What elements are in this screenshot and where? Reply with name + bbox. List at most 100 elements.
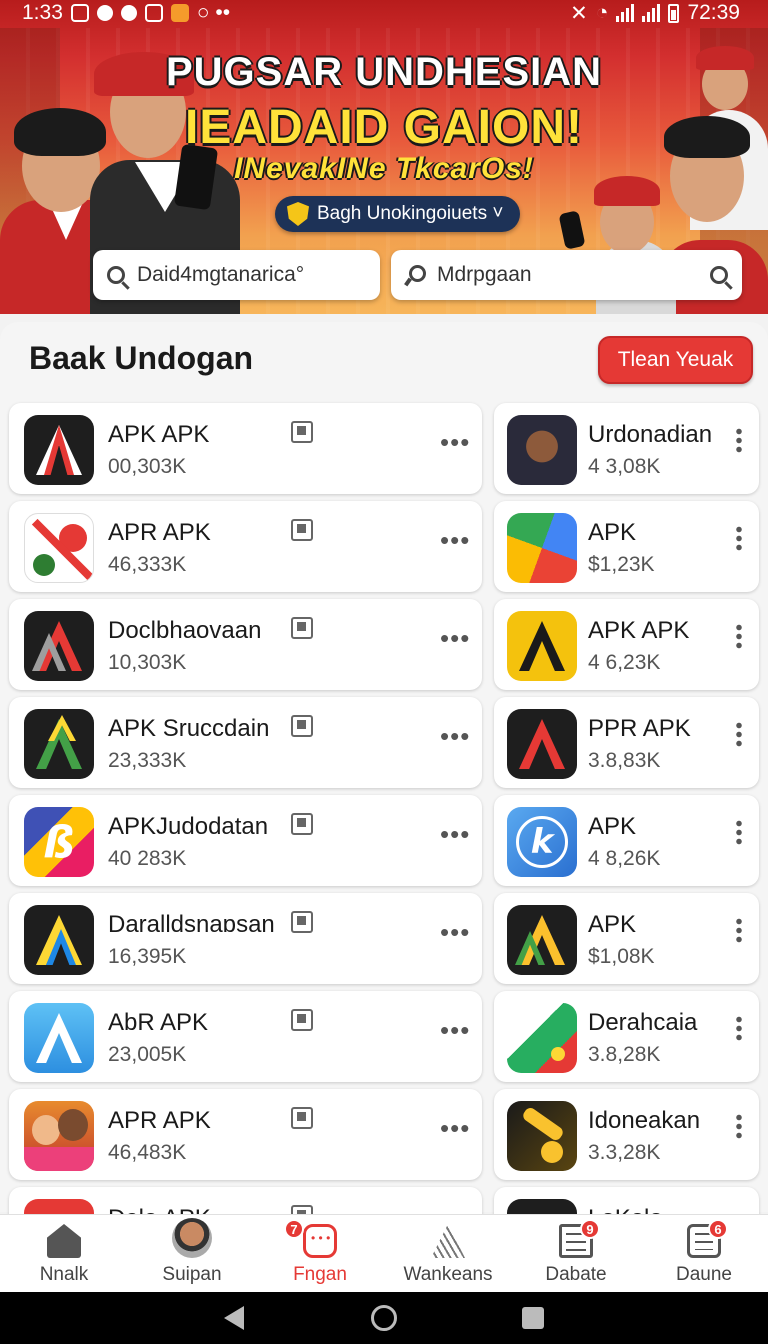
nav-profile[interactable]: Suipan [128, 1215, 256, 1292]
nav-menu[interactable]: 6 Daune [640, 1215, 768, 1292]
gamepad-chat-icon: 7 [284, 1219, 337, 1258]
bookmark-icon[interactable] [291, 1107, 313, 1129]
app-name: APR APK [108, 1107, 211, 1134]
app-downloads: 3.3,28K [588, 1141, 661, 1164]
more-options-icon[interactable] [736, 1113, 742, 1139]
nav-label: Nnalk [39, 1264, 89, 1285]
triangle-yellow-icon [24, 905, 94, 975]
app-notification-icon [120, 5, 137, 21]
app-downloads: 10,303K [108, 651, 187, 674]
more-options-icon[interactable]: ••• [440, 819, 470, 850]
more-notifications-icon: ○ •• [196, 1, 231, 24]
app-downloads: 46,333K [108, 553, 187, 576]
bookmark-icon[interactable] [291, 813, 313, 835]
app-card[interactable]: Idoneakan 3.3,28K [494, 1089, 759, 1180]
app-name: APK APK [588, 617, 690, 644]
bottom-navigation: Nnalk Suipan 7 Fngan Wankeans 9 Dabate 6… [0, 1214, 768, 1292]
app-name: APK APK [108, 421, 210, 448]
app-card[interactable]: Daralldsnaɒsan 16,395K ••• [9, 893, 482, 984]
banner-pill-button[interactable]: Bagh Unokingoiuets ˅ [275, 196, 520, 232]
app-name: APK Sruccdain [108, 715, 270, 742]
bookmark-icon[interactable] [291, 715, 313, 737]
bookmark-icon[interactable] [291, 911, 313, 933]
banner-subheadline: IEADAID GAION! [185, 101, 583, 154]
triangle-green-icon [24, 709, 94, 779]
search-input-left[interactable]: Daid4mgtanarica° [93, 250, 380, 300]
app-card[interactable]: APK APK 00,303K ••• [9, 403, 482, 494]
calendar-notification-icon [144, 4, 163, 22]
app-downloads: 23,333K [108, 749, 187, 772]
app-card[interactable]: APR APK 46,333K ••• [9, 501, 482, 592]
more-options-icon[interactable] [736, 525, 742, 551]
bookmark-icon[interactable] [291, 421, 313, 443]
back-icon[interactable] [224, 1306, 244, 1330]
document-icon: 9 [559, 1219, 600, 1258]
list-icon: 6 [687, 1219, 728, 1258]
section-action-button[interactable]: Tlean Yeuak [598, 336, 753, 384]
app-card[interactable]: APK $1,08K [494, 893, 759, 984]
more-options-icon[interactable] [736, 623, 742, 649]
battery-icon [668, 3, 680, 23]
app-downloads: $1,08K [588, 945, 655, 968]
more-options-icon[interactable] [736, 917, 742, 943]
nav-explore[interactable]: Wankeans [384, 1215, 512, 1292]
search-submit-icon[interactable] [710, 266, 728, 284]
recents-icon[interactable] [522, 1307, 544, 1329]
app-card[interactable]: APK $1,23K [494, 501, 759, 592]
app-card[interactable]: PPR APK 3.8,83K [494, 697, 759, 788]
orange-app-icon [170, 4, 189, 22]
app-name: APKJudodatan [108, 813, 269, 840]
app-name: Urdonadian [588, 421, 713, 448]
home-button-icon[interactable] [371, 1305, 397, 1331]
bookmark-icon[interactable] [291, 1009, 313, 1031]
app-card[interactable]: ß APKJudodatan 40 283K ••• [9, 795, 482, 886]
triangle-dark-icon [24, 611, 94, 681]
search-input-right[interactable]: Mdrpgaan [391, 250, 742, 300]
search-icon [107, 266, 125, 284]
promo-banner[interactable]: 1:33 ○ •• ✕ ◔ 72:39 PUGSAR UNDHESIAN IEA… [0, 0, 768, 314]
search-right-text: Mdrpgaan [437, 263, 532, 286]
more-options-icon[interactable] [736, 819, 742, 845]
bookmark-icon[interactable] [291, 617, 313, 639]
nav-label: Wankeans [403, 1264, 493, 1285]
app-store-icon [24, 1003, 94, 1073]
app-name: AbR APK [108, 1009, 209, 1036]
app-card[interactable]: Derahcaia 3.8,28K [494, 991, 759, 1082]
more-options-icon[interactable]: ••• [440, 1015, 470, 1046]
notification-badge: 7 [284, 1219, 304, 1239]
app-card[interactable]: Urdonadian 4 3,08K [494, 403, 759, 494]
app-name: Daralldsnaɒsan [108, 911, 275, 938]
app-card[interactable]: Doclbhaovaan 10,303K ••• [9, 599, 482, 690]
app-downloads: 3.8,83K [588, 749, 661, 772]
more-options-icon[interactable] [736, 1015, 742, 1041]
app-name: APR APK [108, 519, 211, 546]
more-options-icon[interactable]: ••• [440, 525, 470, 556]
status-bar: 1:33 ○ •• ✕ ◔ 72:39 [0, 0, 768, 26]
nav-chat[interactable]: 7 Fngan [256, 1215, 384, 1292]
system-navigation-bar [0, 1292, 768, 1344]
user-search-icon [405, 265, 426, 285]
app-card[interactable]: AbR APK 23,005K ••• [9, 991, 482, 1082]
more-options-icon[interactable]: ••• [440, 623, 470, 654]
more-options-icon[interactable] [736, 721, 742, 747]
section-title: Baak Undogan [29, 340, 254, 376]
golden-key-icon [507, 1101, 577, 1171]
apkpure-dark-icon [24, 415, 94, 485]
nav-updates[interactable]: 9 Dabate [512, 1215, 640, 1292]
more-options-icon[interactable]: ••• [440, 917, 470, 948]
app-card[interactable]: APK Sruccdain 23,333K ••• [9, 697, 482, 788]
more-options-icon[interactable]: ••• [440, 1113, 470, 1144]
more-options-icon[interactable] [736, 427, 742, 453]
green-red-stripe-icon [507, 1003, 577, 1073]
bookmark-icon[interactable] [291, 519, 313, 541]
more-options-icon[interactable]: ••• [440, 721, 470, 752]
app-name: PPR APK [588, 715, 691, 742]
app-card[interactable]: APR APK 46,483K ••• [9, 1089, 482, 1180]
nav-home[interactable]: Nnalk [0, 1215, 128, 1292]
app-card[interactable]: APK APK 4 6,23K [494, 599, 759, 690]
more-options-icon[interactable]: ••• [440, 427, 470, 458]
app-name: APK [588, 911, 637, 938]
signal-icon [616, 4, 635, 22]
status-time-right: 72:39 [687, 1, 740, 24]
app-card[interactable]: k APK 4 8,26K [494, 795, 759, 886]
